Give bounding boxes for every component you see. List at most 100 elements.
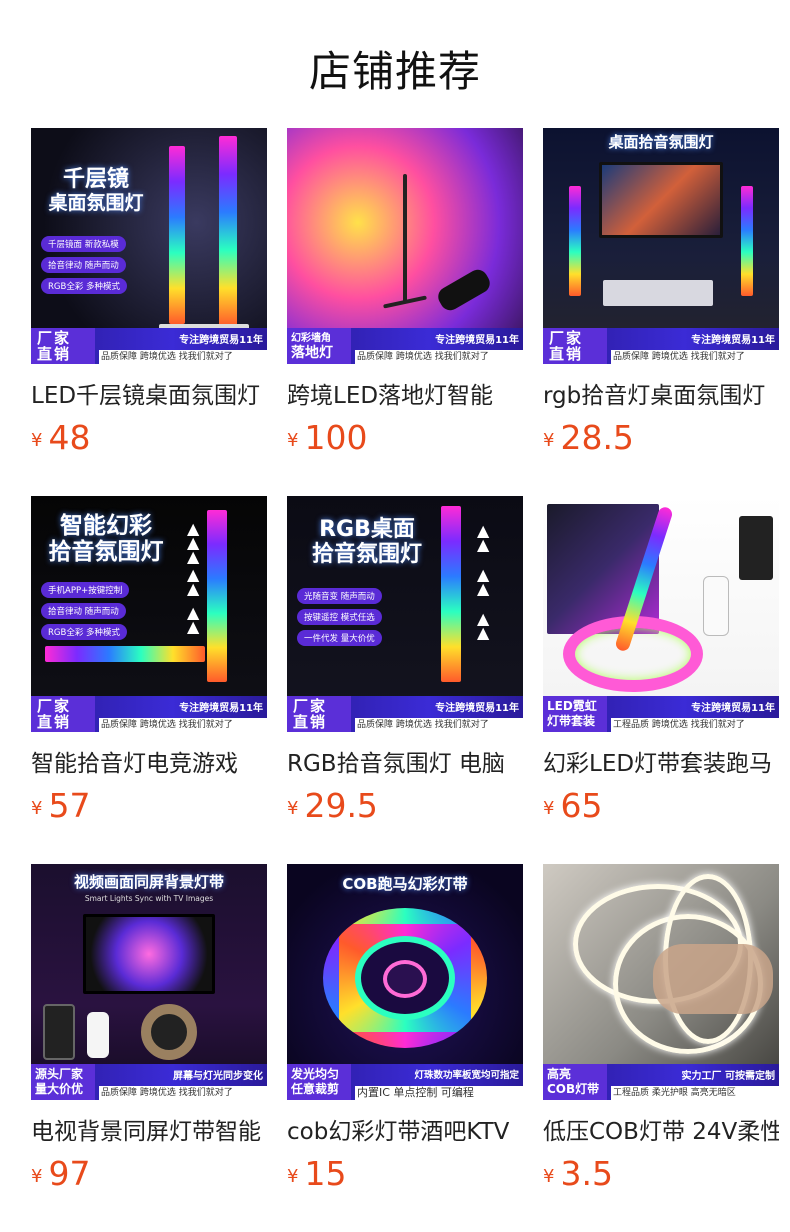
image-banner: 高亮 COB灯带 实力工厂 可按需定制 工程品质 柔光护眼 高亮无暗区 <box>543 1064 779 1100</box>
image-banner: 厂家 直销 专注跨境贸易11年 品质保障 跨境优选 找我们就对了 <box>31 696 267 732</box>
image-feature-tag: 光随音变 随声而动 <box>297 588 382 604</box>
product-card[interactable]: 高亮 COB灯带 实力工厂 可按需定制 工程品质 柔光护眼 高亮无暗区 低压COB… <box>543 864 779 1204</box>
image-headline: RGB桌面 <box>319 517 415 542</box>
product-title[interactable]: 智能拾音灯电竞游戏 <box>31 744 267 778</box>
image-headline: 视频画面同屏背景灯带 <box>73 873 224 891</box>
product-title[interactable]: 跨境LED落地灯智能 <box>287 376 523 410</box>
price-amount: 29.5 <box>304 786 378 825</box>
product-card[interactable]: 幻彩墙角 落地灯 专注跨境贸易11年 品质保障 跨境优选 找我们就对了 跨境LED… <box>287 128 523 468</box>
product-card[interactable]: 桌面拾音氛围灯 厂家 直销 专注跨境贸易11年 品质保障 跨境优选 找我们就对了 … <box>543 128 779 468</box>
image-banner: 厂家 直销 专注跨境贸易11年 品质保障 跨境优选 找我们就对了 <box>287 696 523 732</box>
currency-symbol: ¥ <box>31 430 43 451</box>
image-subline: 品质保障 跨境优选 找我们就对了 <box>355 350 523 364</box>
image-subheadline: Smart Lights Sync with TV Images <box>84 894 214 903</box>
image-slogan: 屏幕与灯光同步变化 <box>173 1071 263 1082</box>
currency-symbol: ¥ <box>543 1166 555 1187</box>
product-title[interactable]: RGB拾音氛围灯 电脑 <box>287 744 523 778</box>
image-headline: 拾音氛围灯 <box>48 538 164 565</box>
price-amount: 57 <box>48 786 91 825</box>
image-feature-tag: 拾音律动 随声而动 <box>41 603 126 619</box>
page-title: 店铺推荐 <box>308 47 481 96</box>
product-price: ¥57 <box>31 786 90 825</box>
currency-symbol: ¥ <box>287 430 299 451</box>
image-feature-tag: RGB全彩 多种模式 <box>41 624 128 640</box>
price-amount: 65 <box>560 786 603 825</box>
image-slogan: 专注跨境贸易11年 <box>179 703 263 714</box>
product-image[interactable]: 千层镜 桌面氛围灯 千层镜面 新款私模 拾音律动 随声而动 RGB全彩 多种模式… <box>31 128 267 364</box>
product-card[interactable]: ▲ ▲ ▲ ▲ ▲ ▲ RGB桌面 拾音氛围灯 光随音变 随声而动 按键遥控 模式任选… <box>287 496 523 836</box>
product-image[interactable]: COB跑马幻彩灯带 发光均匀 任意裁剪 灯珠数功率板宽均可指定 内置IC 单点控制… <box>287 864 523 1100</box>
image-banner: 源头厂家 量大价优 屏幕与灯光同步变化 品质保障 跨境优选 找我们就对了 <box>31 1064 267 1100</box>
image-badge: 高亮 COB灯带 <box>543 1064 607 1100</box>
image-badge: 源头厂家 量大价优 <box>31 1064 95 1100</box>
product-image[interactable]: 桌面拾音氛围灯 厂家 直销 专注跨境贸易11年 品质保障 跨境优选 找我们就对了 <box>543 128 779 364</box>
image-badge: 厂家 直销 <box>31 696 95 732</box>
product-title[interactable]: cob幻彩灯带酒吧KTV <box>287 1112 523 1146</box>
product-image[interactable]: 高亮 COB灯带 实力工厂 可按需定制 工程品质 柔光护眼 高亮无暗区 <box>543 864 779 1100</box>
product-image[interactable]: 视频画面同屏背景灯带 Smart Lights Sync with TV Ima… <box>31 864 267 1100</box>
price-amount: 28.5 <box>560 418 634 457</box>
image-feature-tag: 拾音律动 随声而动 <box>41 257 126 273</box>
image-banner: LED霓虹 灯带套装 专注跨境贸易11年 工程品质 跨境优选 找我们就对了 <box>543 696 779 732</box>
product-price: ¥15 <box>287 1154 346 1193</box>
image-badge: 发光均匀 任意裁剪 <box>287 1064 351 1100</box>
image-feature-tag: 千层镜面 新款私模 <box>41 236 126 252</box>
product-title[interactable]: 低压COB灯带 24V柔性 <box>543 1112 779 1146</box>
product-title[interactable]: 电视背景同屏灯带智能 <box>31 1112 267 1146</box>
product-card[interactable]: ▲ ▲ ▲ ▲ ▲ ▲ ▲ 智能幻彩 拾音氛围灯 手机APP+按键控制 拾音律动 随声而… <box>31 496 267 836</box>
image-banner: 厂家 直销 专注跨境贸易11年 品质保障 跨境优选 找我们就对了 <box>543 328 779 364</box>
image-slogan: 专注跨境贸易11年 <box>435 703 519 714</box>
product-price: ¥48 <box>31 418 90 457</box>
image-banner: 厂家 直销 专注跨境贸易11年 品质保障 跨境优选 找我们就对了 <box>31 328 267 364</box>
image-subline: 工程品质 跨境优选 找我们就对了 <box>611 718 779 732</box>
image-badge: 幻彩墙角 落地灯 <box>287 328 351 364</box>
image-slogan: 专注跨境贸易11年 <box>691 335 775 346</box>
image-feature-tag: 一件代发 量大价优 <box>297 630 382 646</box>
image-headline: 拾音氛围灯 <box>311 541 422 567</box>
image-slogan: 专注跨境贸易11年 <box>691 703 775 714</box>
image-slogan: 灯珠数功率板宽均可指定 <box>414 1070 519 1081</box>
image-headline: 桌面拾音氛围灯 <box>608 133 714 151</box>
image-banner: 发光均匀 任意裁剪 灯珠数功率板宽均可指定 内置IC 单点控制 可编程 <box>287 1064 523 1100</box>
product-card[interactable]: COB跑马幻彩灯带 发光均匀 任意裁剪 灯珠数功率板宽均可指定 内置IC 单点控制… <box>287 864 523 1204</box>
price-amount: 100 <box>304 418 368 457</box>
product-image[interactable]: LED霓虹 灯带套装 专注跨境贸易11年 工程品质 跨境优选 找我们就对了 <box>543 496 779 732</box>
product-image[interactable]: 幻彩墙角 落地灯 专注跨境贸易11年 品质保障 跨境优选 找我们就对了 <box>287 128 523 364</box>
product-card[interactable]: 千层镜 桌面氛围灯 千层镜面 新款私模 拾音律动 随声而动 RGB全彩 多种模式… <box>31 128 267 468</box>
image-headline: 千层镜 <box>62 167 129 192</box>
currency-symbol: ¥ <box>543 798 555 819</box>
price-amount: 97 <box>48 1154 91 1193</box>
product-image[interactable]: ▲ ▲ ▲ ▲ ▲ ▲ RGB桌面 拾音氛围灯 光随音变 随声而动 按键遥控 模式任选… <box>287 496 523 732</box>
image-feature-tag: RGB全彩 多种模式 <box>41 278 128 294</box>
image-badge: 厂家 直销 <box>31 328 95 364</box>
product-title[interactable]: LED千层镜桌面氛围灯 <box>31 376 267 410</box>
image-headline: COB跑马幻彩灯带 <box>342 875 468 893</box>
image-subline: 品质保障 跨境优选 找我们就对了 <box>611 350 779 364</box>
product-title[interactable]: rgb拾音灯桌面氛围灯 <box>543 376 779 410</box>
image-subline: 品质保障 跨境优选 找我们就对了 <box>99 1086 267 1100</box>
product-card[interactable]: LED霓虹 灯带套装 专注跨境贸易11年 工程品质 跨境优选 找我们就对了 幻彩L… <box>543 496 779 836</box>
image-headline: 智能幻彩 <box>60 513 152 539</box>
price-amount: 15 <box>304 1154 347 1193</box>
image-subline: 工程品质 柔光护眼 高亮无暗区 <box>611 1086 779 1100</box>
currency-symbol: ¥ <box>287 798 299 819</box>
product-title[interactable]: 幻彩LED灯带套装跑马 <box>543 744 779 778</box>
image-badge: LED霓虹 灯带套装 <box>543 696 607 732</box>
price-amount: 3.5 <box>560 1154 613 1193</box>
product-image[interactable]: ▲ ▲ ▲ ▲ ▲ ▲ ▲ 智能幻彩 拾音氛围灯 手机APP+按键控制 拾音律动 随声而… <box>31 496 267 732</box>
product-price: ¥28.5 <box>543 418 634 457</box>
image-subline: 品质保障 跨境优选 找我们就对了 <box>99 350 267 364</box>
image-subline: 品质保障 跨境优选 找我们就对了 <box>99 718 267 732</box>
image-subline: 品质保障 跨境优选 找我们就对了 <box>355 718 523 732</box>
currency-symbol: ¥ <box>31 1166 43 1187</box>
price-amount: 48 <box>48 418 91 457</box>
product-price: ¥3.5 <box>543 1154 613 1193</box>
image-subline: 内置IC 单点控制 可编程 <box>355 1086 523 1100</box>
product-card[interactable]: 视频画面同屏背景灯带 Smart Lights Sync with TV Ima… <box>31 864 267 1204</box>
image-slogan: 专注跨境贸易11年 <box>179 335 263 346</box>
product-price: ¥100 <box>287 418 367 457</box>
currency-symbol: ¥ <box>31 798 43 819</box>
currency-symbol: ¥ <box>543 430 555 451</box>
product-price: ¥97 <box>31 1154 90 1193</box>
image-banner: 幻彩墙角 落地灯 专注跨境贸易11年 品质保障 跨境优选 找我们就对了 <box>287 328 523 364</box>
